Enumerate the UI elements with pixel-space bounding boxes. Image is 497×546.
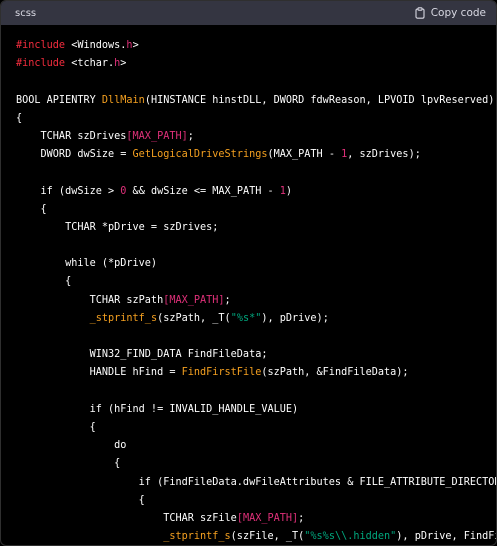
code-token: "%s*"	[230, 312, 262, 324]
code-token: , szDrives);	[347, 149, 421, 161]
code-line: TCHAR *pDrive = szDrives;	[16, 219, 496, 237]
code-line: WIN32_FIND_DATA FindFileData;	[16, 346, 496, 364]
code-token: {	[16, 203, 47, 215]
code-token: if (dwSize >	[16, 185, 121, 197]
code-token: >	[132, 40, 139, 51]
code-line: do	[16, 437, 496, 455]
code-line: DWORD dwSize = GetLogicalDriveStrings(MA…	[16, 146, 496, 164]
code-line: {	[16, 492, 496, 510]
code-token: {	[16, 494, 145, 506]
code-line: HANDLE hFind = FindFirstFile(szPath, &Fi…	[16, 364, 496, 382]
code-line: while (*pDrive)	[16, 255, 496, 273]
code-token: {	[16, 112, 23, 124]
code-line: TCHAR szDrives[MAX_PATH];	[16, 128, 496, 146]
code-token: _stprintf_s	[89, 312, 158, 324]
code-token: DWORD dwSize =	[16, 149, 133, 161]
code-token: while (*pDrive)	[16, 258, 158, 270]
code-token: ;	[187, 130, 194, 142]
code-token: FindFirstFile	[181, 367, 262, 379]
code-token: (HINSTANCE hinstDLL, DWORD fdwReason, LP…	[144, 94, 495, 106]
code-token: (szFile, _T(	[230, 531, 305, 543]
code-token: && dwSize <= MAX_PATH -	[126, 185, 280, 197]
language-label: scss	[15, 7, 37, 19]
code-token: [MAX_PATH]	[163, 294, 225, 306]
code-line: if (hFind != INVALID_HANDLE_VALUE)	[16, 401, 496, 419]
code-token: HANDLE hFind =	[16, 367, 182, 379]
code-token: (szPath, &FindFileData);	[261, 367, 409, 379]
code-line: if (dwSize > 0 && dwSize <= MAX_PATH - 1…	[16, 183, 496, 201]
code-token: GetLogicalDriveStrings	[132, 149, 268, 161]
code-line: {	[16, 455, 496, 473]
code-line: TCHAR szPath[MAX_PATH];	[16, 292, 496, 310]
code-token: if (hFind != INVALID_HANDLE_VALUE)	[16, 403, 299, 415]
code-token: ;	[224, 294, 231, 306]
clipboard-icon	[415, 7, 425, 19]
code-token: (szPath, _T(	[157, 312, 231, 324]
code-line: _stprintf_s(szPath, _T("%s*"), pDrive);	[16, 310, 496, 328]
code-token: [MAX_PATH]	[126, 130, 188, 142]
code-token: {	[16, 276, 72, 288]
code-line: {	[16, 110, 496, 128]
code-token: "%s%s\\.hidden"	[304, 531, 397, 543]
code-block-header: scss Copy code	[1, 1, 496, 25]
code-line: TCHAR szFile[MAX_PATH];	[16, 510, 496, 528]
code-line: {	[16, 201, 496, 219]
code-line: BOOL APIENTRY DllMain(HINSTANCE hinstDLL…	[16, 92, 496, 110]
code-token: <Windows.	[65, 40, 127, 51]
code-token: #include	[16, 40, 66, 51]
code-line: #include <Windows.h>	[16, 37, 496, 55]
code-token: BOOL APIENTRY	[16, 94, 102, 106]
code-token: TCHAR szPath	[16, 294, 164, 306]
code-line: {	[16, 419, 496, 437]
code-content[interactable]: #include <Windows.h> #include <tchar.h> B…	[1, 25, 496, 545]
code-token: TCHAR szDrives	[16, 130, 127, 142]
code-line: {	[16, 273, 496, 291]
code-token: {	[16, 458, 121, 470]
code-token: ), pDrive, FindFileDa	[396, 531, 496, 543]
code-token: if (FindFileData.dwFileAttributes & FILE…	[16, 476, 497, 488]
code-token: (MAX_PATH -	[267, 149, 342, 161]
code-line: if (FindFileData.dwFileAttributes & FILE…	[16, 474, 496, 492]
copy-code-label: Copy code	[430, 7, 486, 19]
code-token: TCHAR *pDrive = szDrives;	[16, 221, 219, 233]
code-token: [MAX_PATH]	[236, 512, 299, 524]
code-token: )	[285, 185, 293, 197]
code-token: <tchar.	[65, 58, 115, 70]
code-line: #include <tchar.h>	[16, 55, 496, 73]
code-token: _stprintf_s	[163, 531, 231, 543]
code-token: #include	[16, 58, 66, 70]
copy-code-button[interactable]: Copy code	[415, 7, 486, 19]
code-token: {	[16, 421, 96, 433]
code-token: >	[120, 58, 127, 70]
code-token: DllMain	[101, 94, 145, 106]
code-block: scss Copy code #include <Windows.h> #incl…	[0, 0, 497, 546]
code-token: do	[16, 440, 127, 452]
code-token: ;	[298, 512, 305, 524]
code-token: TCHAR szFile	[16, 512, 237, 524]
code-token: WIN32_FIND_DATA FindFileData;	[16, 349, 268, 361]
code-line: _stprintf_s(szFile, _T("%s%s\\.hidden"),…	[16, 528, 496, 545]
code-token: ), pDrive);	[261, 312, 329, 324]
